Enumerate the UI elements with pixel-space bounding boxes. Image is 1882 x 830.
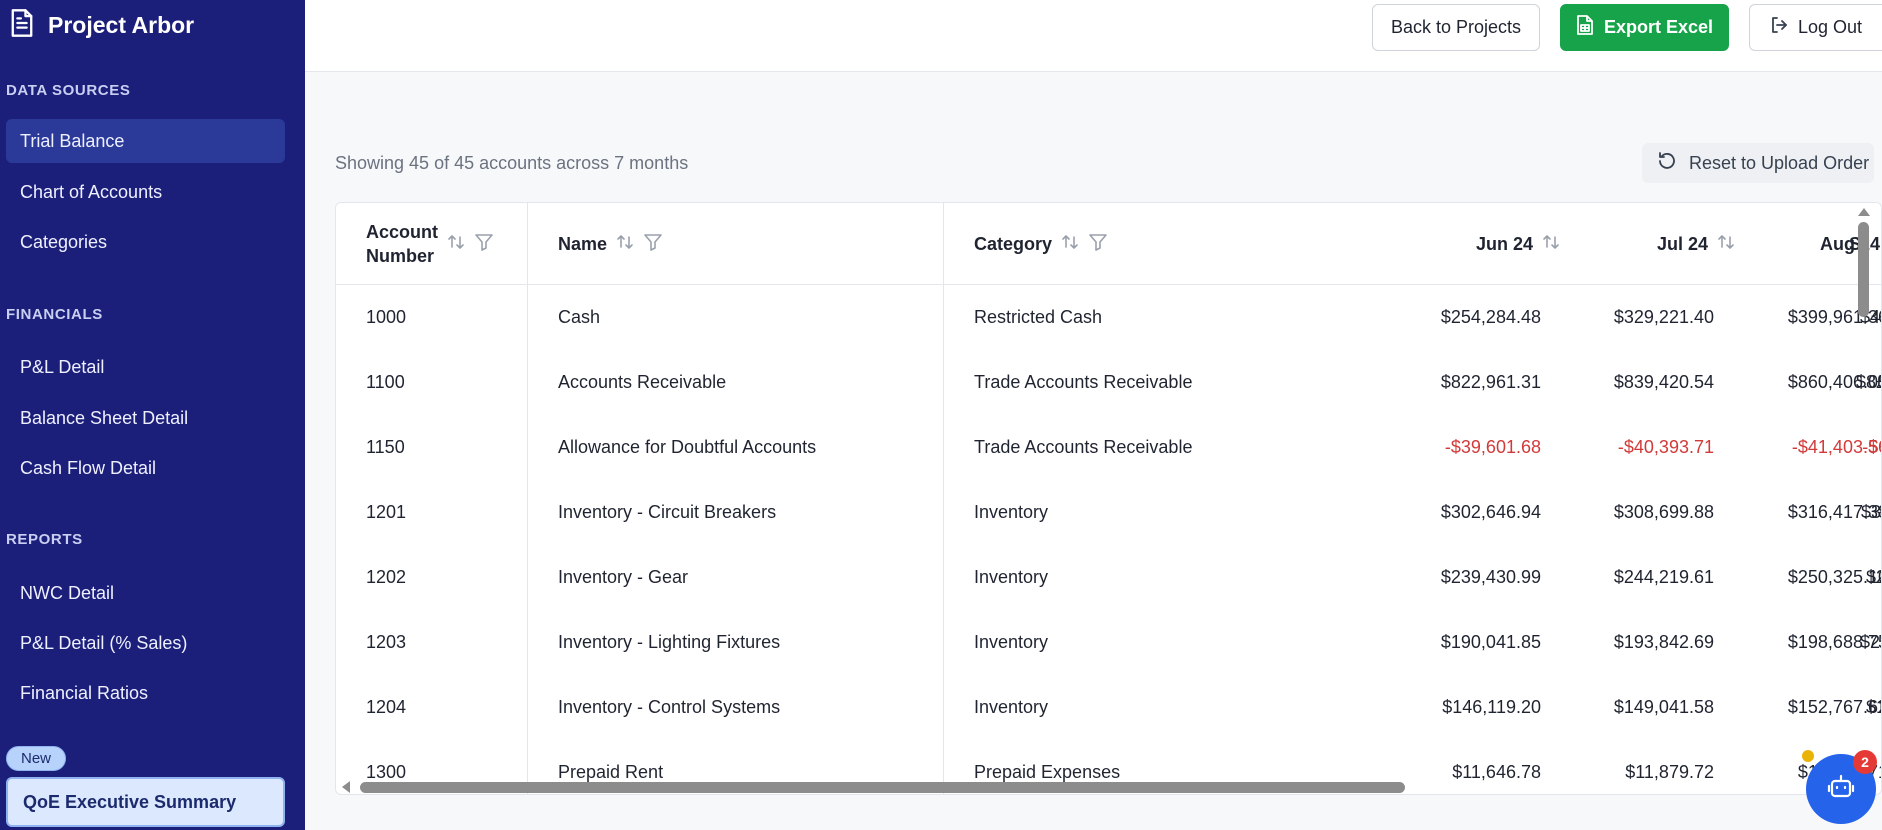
category-cell: Restricted Cash: [974, 307, 1103, 327]
sort-icon[interactable]: [446, 232, 466, 257]
table-row[interactable]: 1203 Inventory - Lighting Fixtures Invento…: [336, 610, 1881, 675]
sidebar-item-pl-detail[interactable]: P&L Detail: [6, 345, 285, 389]
reset-order-button[interactable]: Reset to Upload Order: [1642, 143, 1874, 183]
category-cell: Inventory: [974, 697, 1049, 717]
horizontal-scroll-thumb[interactable]: [360, 782, 1405, 793]
sidebar-item-nwc-detail[interactable]: NWC Detail: [6, 571, 285, 615]
account-number-cell: 1202: [366, 567, 407, 587]
scroll-left-arrow[interactable]: [342, 781, 350, 793]
reset-label: Reset to Upload Order: [1689, 152, 1870, 173]
category-cell: Inventory: [974, 567, 1049, 587]
vertical-scroll-thumb[interactable]: [1858, 222, 1869, 317]
accounts-table: Account Number Name Category Jun 24 Jul 2…: [335, 202, 1882, 795]
account-header-line2: Number: [366, 246, 435, 266]
account-number-cell: 1201: [366, 502, 407, 522]
section-label-financials: FINANCIALS: [6, 306, 103, 323]
category-cell: Trade Accounts Receivable: [974, 437, 1193, 457]
sep-24-cell: $3.: [1860, 502, 1881, 522]
table-row[interactable]: 1202 Inventory - Gear Inventory $239,430.99…: [336, 545, 1881, 610]
notification-badge: 2: [1853, 750, 1877, 774]
sidebar-item-categories[interactable]: Categories: [6, 220, 285, 264]
account-number-cell: 1100: [366, 372, 405, 392]
horizontal-scrollbar[interactable]: [340, 779, 1882, 793]
qoe-executive-summary-button[interactable]: QoE Executive Summary: [6, 777, 285, 827]
table-row[interactable]: 1204 Inventory - Control Systems Inventory…: [336, 675, 1881, 740]
account-name-cell: Accounts Receivable: [558, 372, 727, 392]
account-name-cell: Allowance for Doubtful Accounts: [558, 437, 817, 457]
spreadsheet-icon: [1576, 15, 1594, 40]
account-number-cell: 1204: [366, 697, 407, 717]
name-header-label: Name: [558, 234, 608, 254]
table-header: Account Number Name Category Jun 24 Jul 2…: [336, 203, 1881, 285]
rotate-ccw-icon: [1657, 151, 1677, 176]
section-label-reports: REPORTS: [6, 531, 83, 548]
account-name-cell: Inventory - Gear: [558, 567, 689, 587]
table-row[interactable]: 1150 Allowance for Doubtful Accounts Trade…: [336, 415, 1881, 480]
account-name-cell: Inventory - Circuit Breakers: [558, 502, 777, 522]
filter-icon[interactable]: [474, 232, 494, 257]
account-number-cell: 1150: [366, 437, 405, 457]
column-header-account-number[interactable]: Account Number: [366, 203, 494, 285]
back-to-projects-button[interactable]: Back to Projects: [1372, 4, 1540, 51]
table-row[interactable]: 1100 Accounts Receivable Trade Accounts Re…: [336, 350, 1881, 415]
sep-24-cell: $8£: [1855, 372, 1881, 392]
column-header-name[interactable]: Name: [558, 203, 663, 285]
app-title: Project Arbor: [48, 12, 195, 38]
scroll-up-arrow[interactable]: [1858, 208, 1870, 216]
account-number-cell: 1203: [366, 632, 407, 652]
sidebar-item-cash-flow-detail[interactable]: Cash Flow Detail: [6, 446, 285, 490]
logout-icon: [1770, 16, 1788, 39]
category-cell: Trade Accounts Receivable: [974, 372, 1193, 392]
status-dot: [1802, 750, 1814, 762]
filter-icon[interactable]: [643, 232, 663, 257]
top-bar: Back to Projects Export Excel Log Out: [305, 0, 1882, 72]
sep-24-cell: $2: [1865, 567, 1881, 587]
sidebar-item-financial-ratios[interactable]: Financial Ratios: [6, 671, 285, 715]
back-label: Back to Projects: [1390, 17, 1522, 37]
sep-24-cell: $1: [1865, 697, 1881, 717]
export-excel-button[interactable]: Export Excel: [1560, 4, 1729, 51]
log-out-button[interactable]: Log Out: [1749, 4, 1882, 51]
filter-icon[interactable]: [1088, 232, 1108, 257]
category-cell: Inventory: [974, 632, 1049, 652]
category-header-label: Category: [974, 234, 1053, 254]
sep-24-cell: $4(: [1859, 307, 1881, 327]
export-label: Export Excel: [1603, 17, 1714, 37]
account-number-cell: 1000: [366, 307, 407, 327]
sep-24-cell: $2(: [1859, 632, 1881, 652]
account-name-cell: Inventory - Lighting Fixtures: [558, 632, 781, 652]
account-header-line1: Account: [366, 222, 438, 242]
column-header-category[interactable]: Category: [974, 203, 1108, 285]
accounts-summary: Showing 45 of 45 accounts across 7 month…: [335, 153, 689, 173]
sort-icon[interactable]: [615, 232, 635, 257]
table-row[interactable]: 1000 Cash Restricted Cash $254,284.48 $329,2…: [336, 285, 1881, 350]
logout-label: Log Out: [1797, 17, 1863, 37]
sidebar-item-balance-sheet-detail[interactable]: Balance Sheet Detail: [6, 396, 285, 440]
sidebar-item-pl-detail-pct-sales[interactable]: P&L Detail (% Sales): [6, 621, 285, 665]
sidebar-item-trial-balance[interactable]: Trial Balance: [6, 119, 285, 163]
sidebar: Project Arbor DATA SOURCES Trial Balance…: [0, 0, 305, 830]
new-badge: New: [6, 746, 67, 771]
sep-24-cell: -$⁴: [1862, 437, 1881, 457]
account-name-cell: Inventory - Control Systems: [558, 697, 781, 717]
brand[interactable]: Project Arbor: [8, 8, 194, 43]
section-label-data-sources: DATA SOURCES: [6, 82, 131, 99]
document-icon: [8, 8, 36, 43]
robot-icon: [1826, 772, 1856, 807]
sort-icon[interactable]: [1060, 232, 1080, 257]
sidebar-item-chart-of-accounts[interactable]: Chart of Accounts: [6, 170, 285, 214]
table-row[interactable]: 1201 Inventory - Circuit Breakers Inventor…: [336, 480, 1881, 545]
account-name-cell: Cash: [558, 307, 601, 327]
category-cell: Inventory: [974, 502, 1049, 522]
